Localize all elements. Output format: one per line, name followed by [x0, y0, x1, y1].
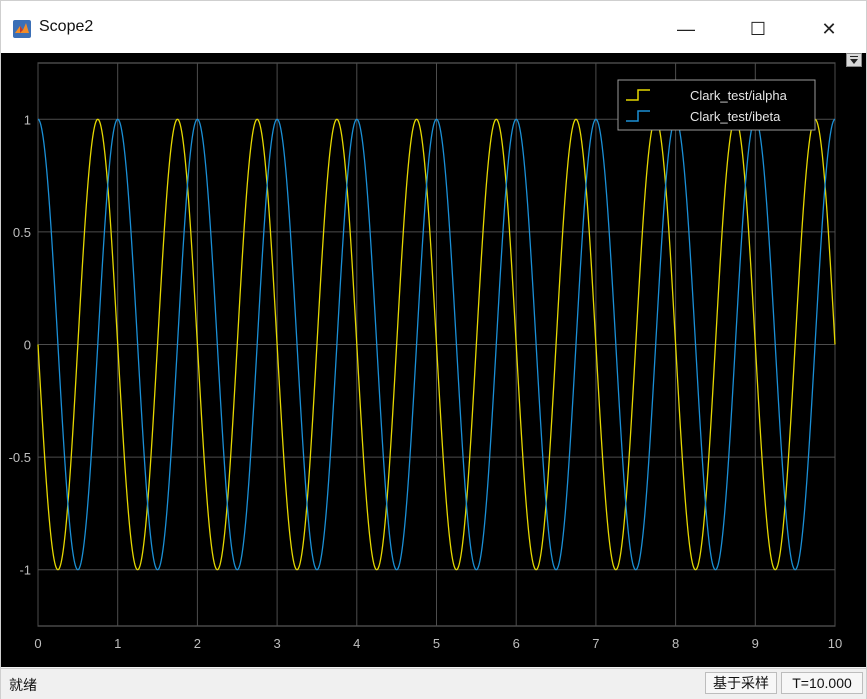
simulation-time-indicator: T=10.000 [781, 672, 863, 694]
scope-window: Scope2 — ☐ ✕ 0 1 2 3 4 5 6 7 8 9 10 1 0.5 0 -0.5 -1 Cla… [0, 0, 867, 699]
legend-label: Clark_test/ialpha [690, 88, 788, 103]
y-tick-label: 0 [24, 338, 31, 353]
y-tick-label: 1 [24, 112, 31, 127]
x-tick-label: 7 [592, 636, 599, 651]
x-tick-label: 2 [194, 636, 201, 651]
x-tick-label: 3 [273, 636, 280, 651]
x-tick-label: 1 [114, 636, 121, 651]
maximize-icon: ☐ [749, 18, 767, 39]
status-ready-text: 就绪 [9, 677, 37, 693]
window-title: Scope2 [39, 18, 94, 35]
status-bar: 就绪 基于采样 T=10.000 [1, 668, 866, 699]
y-tick-label: 0.5 [13, 225, 31, 240]
arrow-down-icon [850, 56, 858, 64]
x-tick-label: 6 [513, 636, 520, 651]
x-tick-label: 10 [828, 636, 842, 651]
x-tick-label: 0 [34, 636, 41, 651]
minimize-icon: — [677, 18, 695, 39]
scope-menu-button[interactable] [846, 53, 862, 67]
legend-label: Clark_test/ibeta [690, 109, 781, 124]
close-icon: ✕ [821, 18, 837, 39]
x-tick-label: 9 [752, 636, 759, 651]
y-tick-label: -1 [19, 563, 31, 578]
x-tick-label: 8 [672, 636, 679, 651]
x-tick-label: 5 [433, 636, 440, 651]
title-bar[interactable]: Scope2 — ☐ ✕ [1, 1, 866, 53]
maximize-button[interactable]: ☐ [735, 9, 781, 49]
matlab-icon [13, 20, 31, 38]
x-tick-label: 4 [353, 636, 360, 651]
y-tick-label: -0.5 [9, 450, 31, 465]
sample-mode-indicator[interactable]: 基于采样 [705, 672, 777, 694]
close-button[interactable]: ✕ [806, 9, 852, 49]
minimize-button[interactable]: — [663, 9, 709, 49]
legend[interactable]: Clark_test/ialpha Clark_test/ibeta [617, 79, 816, 131]
scope-plot[interactable]: 0 1 2 3 4 5 6 7 8 9 10 1 0.5 0 -0.5 -1 Clark_test/ialph… [1, 53, 866, 667]
